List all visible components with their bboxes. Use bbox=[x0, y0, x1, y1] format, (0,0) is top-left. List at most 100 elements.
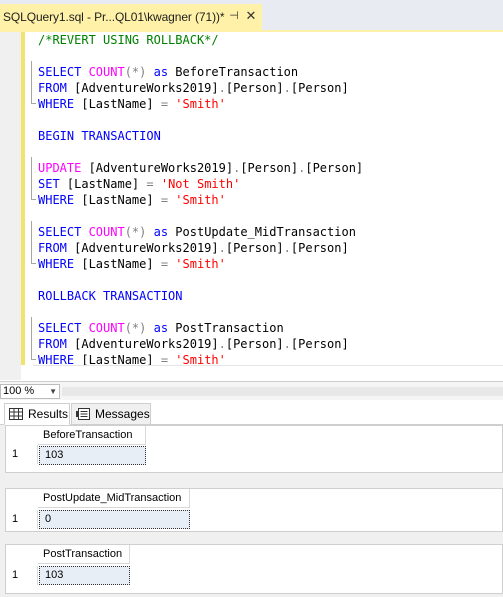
code-line[interactable]: WHERE [LastName] = 'Smith' bbox=[38, 96, 363, 112]
code-line[interactable]: SELECT COUNT(*) as PostUpdate_MidTransac… bbox=[38, 224, 363, 240]
close-icon[interactable]: ✕ bbox=[244, 8, 258, 24]
code-token: [LastName] bbox=[66, 177, 147, 191]
result-grid-3[interactable]: PostTransaction 1 103 bbox=[5, 544, 503, 594]
code-text[interactable]: /*REVERT USING ROLLBACK*/ SELECT COUNT(*)… bbox=[38, 32, 363, 368]
code-token: [LastName] bbox=[81, 257, 161, 271]
code-token: UPDATE bbox=[38, 161, 89, 175]
results-tab-strip: Results Messages bbox=[0, 400, 503, 425]
result-grid-2[interactable]: PostUpdate_MidTransaction 1 0 bbox=[5, 488, 503, 532]
code-token: [LastName] bbox=[81, 97, 161, 111]
code-token: . bbox=[218, 81, 226, 95]
code-line[interactable] bbox=[38, 144, 363, 160]
grid-icon bbox=[9, 408, 23, 420]
row-number[interactable]: 1 bbox=[6, 445, 38, 464]
code-token: . bbox=[283, 241, 291, 255]
code-token: (*) bbox=[124, 225, 147, 239]
code-token: as bbox=[146, 65, 176, 79]
editor-gutter bbox=[0, 32, 21, 380]
code-line[interactable]: SET [LastName] = 'Not Smith' bbox=[38, 176, 363, 192]
code-token: WHERE bbox=[38, 97, 82, 111]
fold-line-end bbox=[31, 263, 36, 264]
code-line[interactable]: FROM [AdventureWorks2019].[Person].[Pers… bbox=[38, 80, 363, 96]
fold-line bbox=[31, 221, 32, 263]
code-token: [Person] bbox=[225, 81, 284, 95]
row-number[interactable]: 1 bbox=[6, 510, 38, 529]
code-token: 'Smith' bbox=[175, 97, 226, 111]
horizontal-scrollbar[interactable] bbox=[62, 387, 503, 396]
code-token: [Person] bbox=[305, 161, 364, 175]
code-line[interactable]: SELECT COUNT(*) as BeforeTransaction bbox=[38, 64, 363, 80]
code-token: [Person] bbox=[290, 241, 349, 255]
code-token: FROM bbox=[38, 241, 75, 255]
code-token: ROLLBACK TRANSACTION bbox=[38, 289, 183, 303]
tab-results[interactable]: Results bbox=[4, 403, 70, 425]
tab-results-label: Results bbox=[28, 407, 69, 421]
tab-messages[interactable]: Messages bbox=[71, 403, 151, 425]
code-token: 'Smith' bbox=[175, 193, 226, 207]
column-header[interactable]: BeforeTransaction bbox=[38, 426, 146, 445]
code-token: (*) bbox=[124, 65, 147, 79]
code-token: . bbox=[218, 337, 226, 351]
code-token: 'Smith' bbox=[175, 257, 226, 271]
code-line[interactable] bbox=[38, 208, 363, 224]
code-token: [LastName] bbox=[81, 193, 161, 207]
column-header[interactable]: PostUpdate_MidTransaction bbox=[38, 489, 190, 508]
code-line[interactable] bbox=[38, 304, 363, 320]
sql-editor[interactable]: /*REVERT USING ROLLBACK*/ SELECT COUNT(*)… bbox=[0, 32, 503, 380]
code-line[interactable] bbox=[38, 48, 363, 64]
code-token: [Person] bbox=[225, 241, 284, 255]
query-tab-title: SQLQuery1.sql - Pr...QL01\kwagner (71))* bbox=[3, 10, 225, 24]
code-token: as bbox=[146, 225, 176, 239]
code-token: [AdventureWorks2019] bbox=[74, 81, 219, 95]
code-line[interactable]: FROM [AdventureWorks2019].[Person].[Pers… bbox=[38, 336, 363, 352]
row-number[interactable]: 1 bbox=[6, 566, 38, 585]
zoom-select[interactable]: 100 % ▼ bbox=[0, 384, 60, 399]
code-token: PostUpdate_MidTransaction bbox=[175, 225, 356, 239]
code-line[interactable]: UPDATE [AdventureWorks2019].[Person].[Pe… bbox=[38, 160, 363, 176]
chevron-down-icon[interactable]: ▼ bbox=[49, 385, 57, 398]
code-token: SELECT bbox=[38, 65, 89, 79]
result-grid-1[interactable]: BeforeTransaction 1 103 bbox=[5, 425, 503, 473]
code-token: SET bbox=[38, 177, 67, 191]
code-token: (*) bbox=[124, 321, 147, 335]
code-token: = bbox=[160, 97, 176, 111]
code-token: FROM bbox=[38, 337, 75, 351]
fold-line-end bbox=[31, 103, 36, 104]
fold-line bbox=[31, 61, 32, 103]
result-cell[interactable]: 0 bbox=[39, 510, 190, 529]
code-token: [Person] bbox=[290, 337, 349, 351]
result-cell[interactable]: 103 bbox=[39, 566, 130, 585]
code-token: [Person] bbox=[290, 81, 349, 95]
code-token: WHERE bbox=[38, 193, 82, 207]
code-token: [Person] bbox=[225, 337, 284, 351]
code-line[interactable]: WHERE [LastName] = 'Smith' bbox=[38, 192, 363, 208]
code-line[interactable]: /*REVERT USING ROLLBACK*/ bbox=[38, 32, 363, 48]
document-tab-strip: SQLQuery1.sql - Pr...QL01\kwagner (71))*… bbox=[0, 0, 503, 30]
code-token: BeforeTransaction bbox=[175, 65, 299, 79]
query-tab[interactable]: SQLQuery1.sql - Pr...QL01\kwagner (71))*… bbox=[0, 4, 262, 30]
code-line[interactable]: WHERE [LastName] = 'Smith' bbox=[38, 256, 363, 272]
zoom-value: 100 % bbox=[3, 385, 35, 397]
code-line[interactable] bbox=[38, 112, 363, 128]
code-token: . bbox=[283, 337, 291, 351]
current-line-marker bbox=[33, 365, 503, 366]
code-token: SELECT bbox=[38, 225, 89, 239]
code-token: [AdventureWorks2019] bbox=[88, 161, 234, 175]
fold-line-end bbox=[31, 199, 36, 200]
code-token: . bbox=[283, 81, 291, 95]
messages-icon bbox=[76, 408, 90, 420]
code-line[interactable] bbox=[38, 272, 363, 288]
code-line[interactable]: FROM [AdventureWorks2019].[Person].[Pers… bbox=[38, 240, 363, 256]
column-header[interactable]: PostTransaction bbox=[38, 545, 130, 564]
tab-messages-label: Messages bbox=[95, 407, 150, 421]
fold-line-end bbox=[31, 359, 36, 360]
fold-line bbox=[31, 317, 32, 359]
result-cell[interactable]: 103 bbox=[39, 446, 146, 465]
pin-icon[interactable]: ⊣ bbox=[227, 9, 241, 23]
code-line[interactable]: SELECT COUNT(*) as PostTransaction bbox=[38, 320, 363, 336]
code-token: SELECT bbox=[38, 321, 89, 335]
code-token: [Person] bbox=[240, 161, 299, 175]
code-token: BEGIN TRANSACTION bbox=[38, 129, 161, 143]
code-line[interactable]: BEGIN TRANSACTION bbox=[38, 128, 363, 144]
code-line[interactable]: ROLLBACK TRANSACTION bbox=[38, 288, 363, 304]
